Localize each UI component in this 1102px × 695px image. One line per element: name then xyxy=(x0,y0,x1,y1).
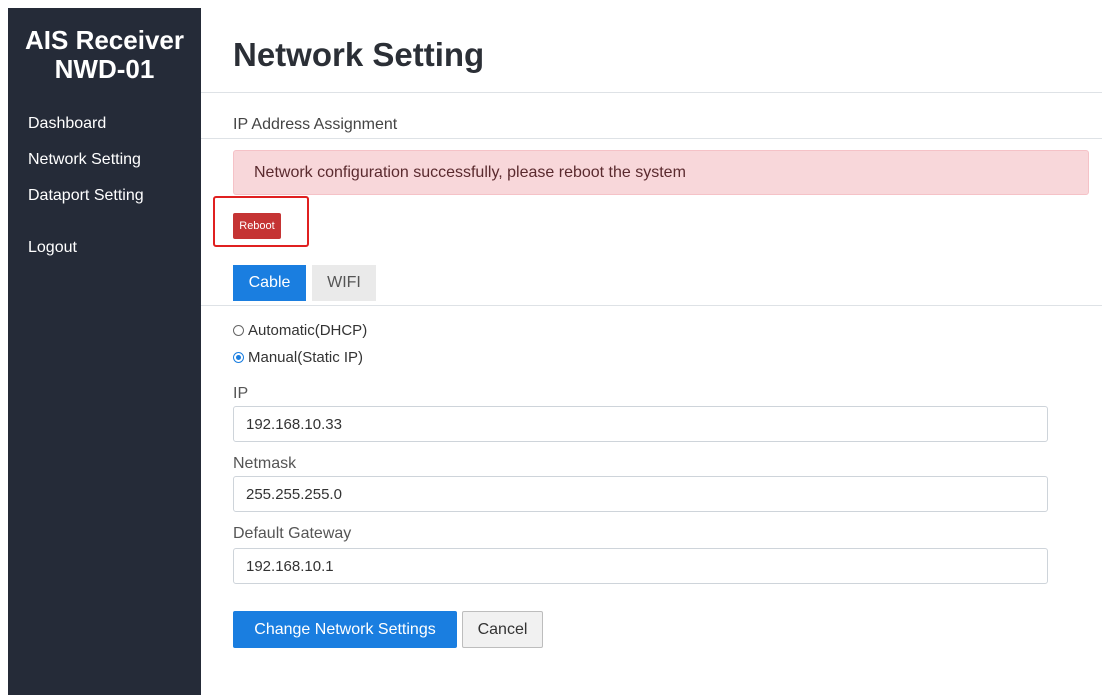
radio-manual-static[interactable]: Manual(Static IP) xyxy=(233,349,363,366)
radio-unchecked-icon xyxy=(233,325,244,336)
title-divider xyxy=(201,92,1102,93)
brand-title: AIS Receiver NWD-01 xyxy=(8,26,201,84)
sidebar-item-dashboard[interactable]: Dashboard xyxy=(28,115,106,133)
brand-line-2: NWD-01 xyxy=(54,54,155,84)
main-content: Network Setting IP Address Assignment Ne… xyxy=(201,0,1102,695)
netmask-input[interactable] xyxy=(233,476,1048,512)
page-title: Network Setting xyxy=(233,36,485,73)
change-network-settings-button[interactable]: Change Network Settings xyxy=(233,611,457,648)
sidebar-item-logout[interactable]: Logout xyxy=(28,239,77,257)
section-divider xyxy=(201,138,1102,139)
gateway-label: Default Gateway xyxy=(233,525,352,542)
brand-line-1: AIS Receiver xyxy=(25,25,184,55)
radio-automatic-label: Automatic(DHCP) xyxy=(248,322,368,339)
sidebar-item-dataport-setting[interactable]: Dataport Setting xyxy=(28,187,144,205)
sidebar-item-network-setting[interactable]: Network Setting xyxy=(28,151,141,169)
ip-input[interactable] xyxy=(233,406,1048,442)
cancel-button[interactable]: Cancel xyxy=(462,611,543,648)
section-label: IP Address Assignment xyxy=(233,116,398,133)
radio-checked-icon xyxy=(233,352,244,363)
tab-wifi[interactable]: WIFI xyxy=(312,265,376,301)
tab-cable[interactable]: Cable xyxy=(233,265,306,301)
netmask-label: Netmask xyxy=(233,455,297,472)
radio-manual-label: Manual(Static IP) xyxy=(248,349,364,366)
success-alert: Network configuration successfully, plea… xyxy=(233,150,1089,195)
gateway-input[interactable] xyxy=(233,548,1048,584)
sidebar: AIS Receiver NWD-01 Dashboard Network Se… xyxy=(8,8,201,695)
radio-automatic-dhcp[interactable]: Automatic(DHCP) xyxy=(233,322,367,339)
ip-label: IP xyxy=(233,385,249,402)
tab-divider xyxy=(201,305,1102,306)
reboot-button[interactable]: Reboot xyxy=(233,213,281,239)
